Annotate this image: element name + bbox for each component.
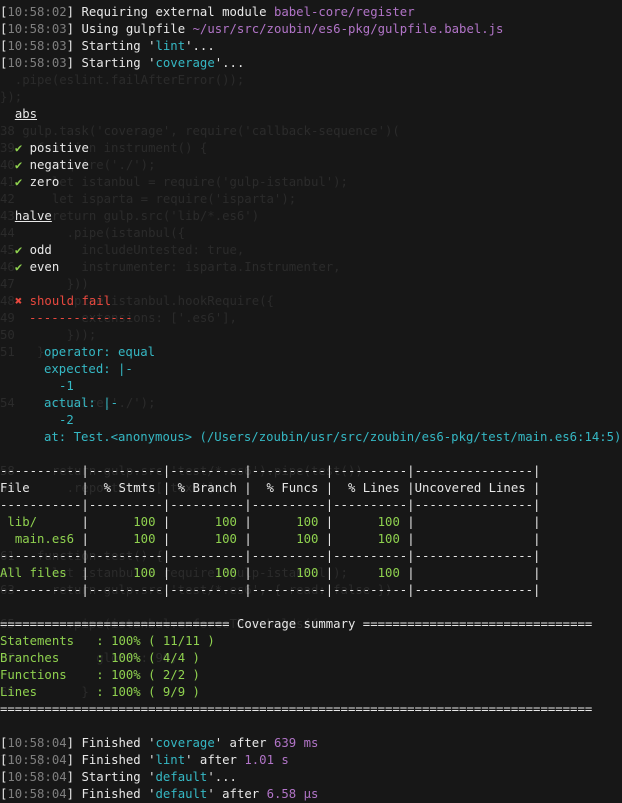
fail-actual-value: -2	[59, 413, 74, 427]
fail-expected-value: -1	[59, 379, 74, 393]
check-mark-icon: ✔	[14, 158, 23, 172]
fail-operator: operator: equal	[44, 345, 156, 359]
summary-row: Branches : 100% ( 4/4 )	[0, 651, 200, 665]
test-pass: ✔ negative	[14, 158, 89, 172]
summary-row: Statements : 100% ( 11/11 )	[0, 634, 215, 648]
summary-row: Lines : 100% ( 9/9 )	[0, 685, 200, 699]
test-pass: ✔ zero	[14, 175, 60, 189]
summary-footer: ========================================…	[0, 702, 593, 716]
suite-title: halve	[14, 209, 52, 223]
test-pass: ✔ positive	[14, 141, 89, 155]
check-mark-icon: ✔	[14, 141, 23, 155]
cross-mark-icon: ✖	[14, 294, 23, 308]
fail-expected-label: expected: |-	[44, 362, 133, 376]
log-line: [10:58:04] Finished 'default' after 6.58…	[0, 787, 319, 801]
log-line: [10:58:02] Requiring external module bab…	[0, 5, 415, 19]
fail-divider: --------------	[29, 311, 133, 325]
table-separator: -----------|----------|----------|------…	[0, 549, 541, 563]
table-row-total: All files | 100 | 100 | 100 | 100 | |	[0, 566, 541, 580]
test-fail: ✖ should fail	[14, 294, 112, 308]
test-pass: ✔ odd	[14, 243, 52, 257]
table-row: lib/ | 100 | 100 | 100 | 100 | |	[7, 515, 541, 529]
log-line: [10:58:03] Using gulpfile ~/usr/src/zoub…	[0, 22, 504, 36]
fail-stack: at: Test.<anonymous> (/Users/zoubin/usr/…	[44, 430, 622, 444]
table-separator: -----------|----------|----------|------…	[0, 498, 541, 512]
table-separator: -----------|----------|----------|------…	[0, 464, 541, 478]
test-pass: ✔ even	[14, 260, 60, 274]
suite-title: abs	[14, 107, 38, 121]
log-line: [10:58:04] Starting 'default'...	[0, 770, 237, 784]
log-line: [10:58:03] Starting 'coverage'...	[0, 56, 245, 70]
table-row: main.es6 | 100 | 100 | 100 | 100 | |	[14, 532, 541, 546]
table-header: File | % Stmts | % Branch | % Funcs | % …	[0, 481, 541, 495]
summary-row: Functions : 100% ( 2/2 )	[0, 668, 200, 682]
log-line: [10:58:04] Finished 'lint' after 1.01 s	[0, 753, 289, 767]
check-mark-icon: ✔	[14, 260, 23, 274]
table-separator: -----------|----------|----------|------…	[0, 583, 541, 597]
log-line: [10:58:03] Starting 'lint'...	[0, 39, 215, 53]
terminal-output: [10:58:02] Requiring external module bab…	[0, 0, 622, 803]
check-mark-icon: ✔	[14, 175, 23, 189]
summary-header: =============================== Coverage…	[0, 617, 593, 631]
log-line: [10:58:04] Finished 'coverage' after 639…	[0, 736, 319, 750]
fail-actual-label: actual: |-	[44, 396, 119, 410]
check-mark-icon: ✔	[14, 243, 23, 257]
